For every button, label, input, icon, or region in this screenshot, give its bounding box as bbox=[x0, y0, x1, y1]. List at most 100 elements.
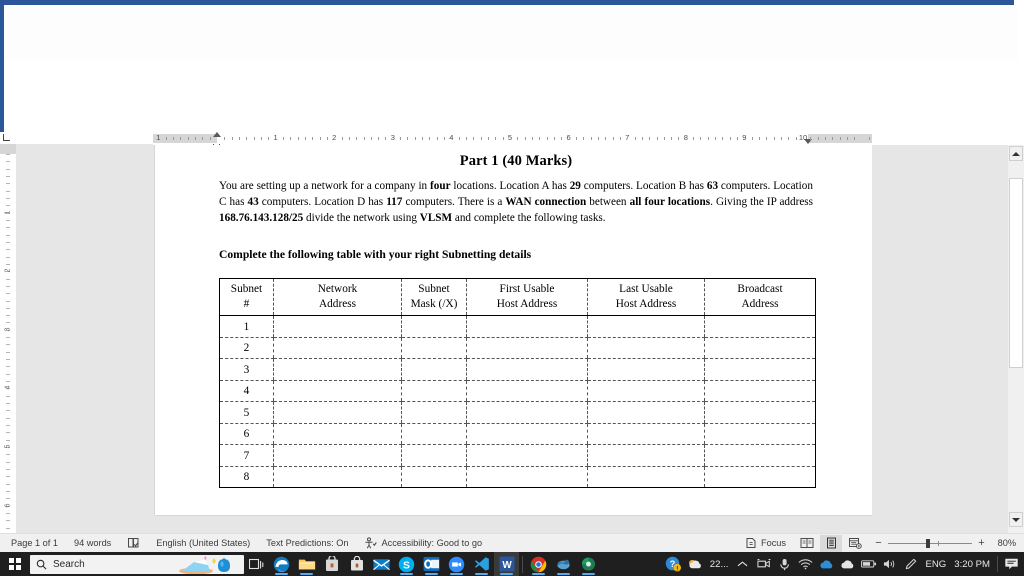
view-print-layout-button[interactable] bbox=[820, 534, 842, 552]
table-cell[interactable] bbox=[587, 444, 705, 467]
table-cell[interactable] bbox=[587, 337, 705, 360]
view-read-mode-button[interactable] bbox=[796, 535, 818, 552]
zoom-in-icon[interactable]: + bbox=[977, 537, 986, 549]
table-cell[interactable] bbox=[587, 401, 705, 424]
table-cell[interactable] bbox=[704, 380, 816, 403]
table-row[interactable]: 5 bbox=[219, 401, 816, 424]
language-indicator[interactable]: English (United States) bbox=[148, 538, 258, 548]
table-cell[interactable] bbox=[401, 466, 467, 488]
proofing-errors-icon[interactable] bbox=[119, 537, 148, 549]
table-cell[interactable] bbox=[401, 315, 467, 338]
document-page[interactable]: Part 1 (40 Marks) You are setting up a n… bbox=[155, 145, 872, 515]
document-body[interactable]: Part 1 (40 Marks) You are setting up a n… bbox=[219, 153, 816, 489]
taskbar-app-vscode[interactable] bbox=[469, 552, 494, 576]
ruler-corner-tabstop[interactable] bbox=[0, 132, 16, 144]
table-row[interactable]: 4 bbox=[219, 380, 816, 403]
task-view-button[interactable] bbox=[244, 552, 269, 576]
scroll-up-button[interactable] bbox=[1009, 146, 1023, 161]
table-cell[interactable] bbox=[401, 401, 467, 424]
camera-icon[interactable] bbox=[753, 552, 774, 576]
subnet-number-cell[interactable]: 2 bbox=[219, 337, 274, 360]
taskbar-app-skype[interactable]: S bbox=[394, 552, 419, 576]
table-cell[interactable] bbox=[401, 380, 467, 403]
pen-icon[interactable] bbox=[900, 552, 921, 576]
table-cell[interactable] bbox=[587, 358, 705, 381]
table-cell[interactable] bbox=[273, 466, 402, 488]
help-warning-icon[interactable]: ? ! bbox=[663, 552, 684, 576]
battery-icon[interactable] bbox=[858, 552, 879, 576]
table-cell[interactable] bbox=[704, 466, 816, 488]
table-cell[interactable] bbox=[401, 444, 467, 467]
table-cell[interactable] bbox=[466, 358, 588, 381]
language-indicator[interactable]: ENG bbox=[921, 559, 950, 570]
taskbar-app-store[interactable] bbox=[319, 552, 344, 576]
taskbar-app-packet-tracer[interactable] bbox=[576, 552, 601, 576]
subnet-number-cell[interactable]: 1 bbox=[219, 315, 274, 338]
table-cell[interactable] bbox=[704, 444, 816, 467]
table-cell[interactable] bbox=[587, 466, 705, 488]
zoom-slider-thumb[interactable] bbox=[926, 538, 930, 548]
zoom-percent-label[interactable]: 80% bbox=[994, 538, 1020, 548]
onedrive-icon[interactable] bbox=[816, 552, 837, 576]
table-row[interactable]: 1 bbox=[219, 315, 816, 338]
table-row[interactable]: 3 bbox=[219, 358, 816, 381]
taskbar-app-zoom[interactable] bbox=[444, 552, 469, 576]
subnet-number-cell[interactable]: 7 bbox=[219, 444, 274, 467]
table-cell[interactable] bbox=[466, 466, 588, 488]
volume-icon[interactable] bbox=[879, 552, 900, 576]
table-cell[interactable] bbox=[273, 315, 402, 338]
table-cell[interactable] bbox=[273, 380, 402, 403]
table-cell[interactable] bbox=[466, 423, 588, 446]
table-body[interactable]: 12345678 bbox=[219, 315, 816, 488]
chevron-up-icon[interactable] bbox=[732, 552, 753, 576]
subnetting-table[interactable]: Subnet # Network Address Subnet Mask (/X) Firs… bbox=[219, 278, 816, 489]
horizontal-ruler[interactable]: 1 1 2 3 4 5 6 7 8 9 10 bbox=[153, 132, 872, 149]
zoom-out-icon[interactable]: − bbox=[874, 537, 883, 549]
table-cell[interactable] bbox=[466, 444, 588, 467]
table-cell[interactable] bbox=[466, 337, 588, 360]
table-row[interactable]: 8 bbox=[220, 466, 816, 488]
taskbar-app-file-explorer[interactable] bbox=[294, 552, 319, 576]
taskbar-app-chrome[interactable] bbox=[526, 552, 551, 576]
page-count[interactable]: Page 1 of 1 bbox=[3, 538, 66, 548]
first-line-indent-marker[interactable] bbox=[213, 132, 221, 137]
weather-cloud-icon[interactable] bbox=[684, 552, 706, 576]
table-cell[interactable] bbox=[704, 423, 816, 446]
scrollbar-thumb[interactable] bbox=[1009, 178, 1023, 368]
vertical-ruler[interactable]: 1 2 3 4 5 6 bbox=[0, 132, 16, 533]
taskbar-app-outlook[interactable] bbox=[419, 552, 444, 576]
subnet-number-cell[interactable]: 5 bbox=[219, 401, 274, 424]
word-count[interactable]: 94 words bbox=[66, 538, 119, 548]
table-cell[interactable] bbox=[587, 380, 705, 403]
taskbar-app-word[interactable]: W bbox=[494, 552, 519, 576]
clock[interactable]: 3:20 PM bbox=[950, 559, 994, 570]
table-cell[interactable] bbox=[587, 315, 705, 338]
subnet-number-cell[interactable]: 8 bbox=[220, 466, 274, 488]
table-cell[interactable] bbox=[704, 315, 816, 338]
wifi-icon[interactable] bbox=[795, 552, 816, 576]
table-cell[interactable] bbox=[466, 401, 588, 424]
zoom-slider[interactable] bbox=[888, 538, 972, 549]
table-cell[interactable] bbox=[273, 337, 402, 360]
weather-temperature[interactable]: 22... bbox=[706, 559, 733, 570]
subnet-number-cell[interactable]: 6 bbox=[219, 423, 274, 446]
taskbar-app-wireshark[interactable] bbox=[551, 552, 576, 576]
accessibility-status[interactable]: Accessibility: Good to go bbox=[356, 537, 490, 549]
scroll-down-button[interactable] bbox=[1009, 512, 1023, 527]
table-row[interactable]: 7 bbox=[219, 444, 816, 467]
table-cell[interactable] bbox=[704, 358, 816, 381]
taskbar-app-toolbox[interactable] bbox=[344, 552, 369, 576]
table-row[interactable]: 6 bbox=[219, 423, 816, 446]
table-cell[interactable] bbox=[273, 444, 402, 467]
table-cell[interactable] bbox=[273, 358, 402, 381]
vertical-scrollbar[interactable] bbox=[1008, 132, 1024, 533]
search-input[interactable]: Search bbox=[30, 554, 244, 574]
table-cell[interactable] bbox=[466, 380, 588, 403]
taskbar-app-mail[interactable] bbox=[369, 552, 394, 576]
table-cell[interactable] bbox=[466, 315, 588, 338]
text-predictions-status[interactable]: Text Predictions: On bbox=[258, 538, 356, 548]
table-row[interactable]: 2 bbox=[219, 337, 816, 360]
focus-mode-button[interactable]: Focus bbox=[737, 537, 794, 549]
microphone-icon[interactable] bbox=[774, 552, 795, 576]
start-button[interactable] bbox=[0, 552, 30, 576]
